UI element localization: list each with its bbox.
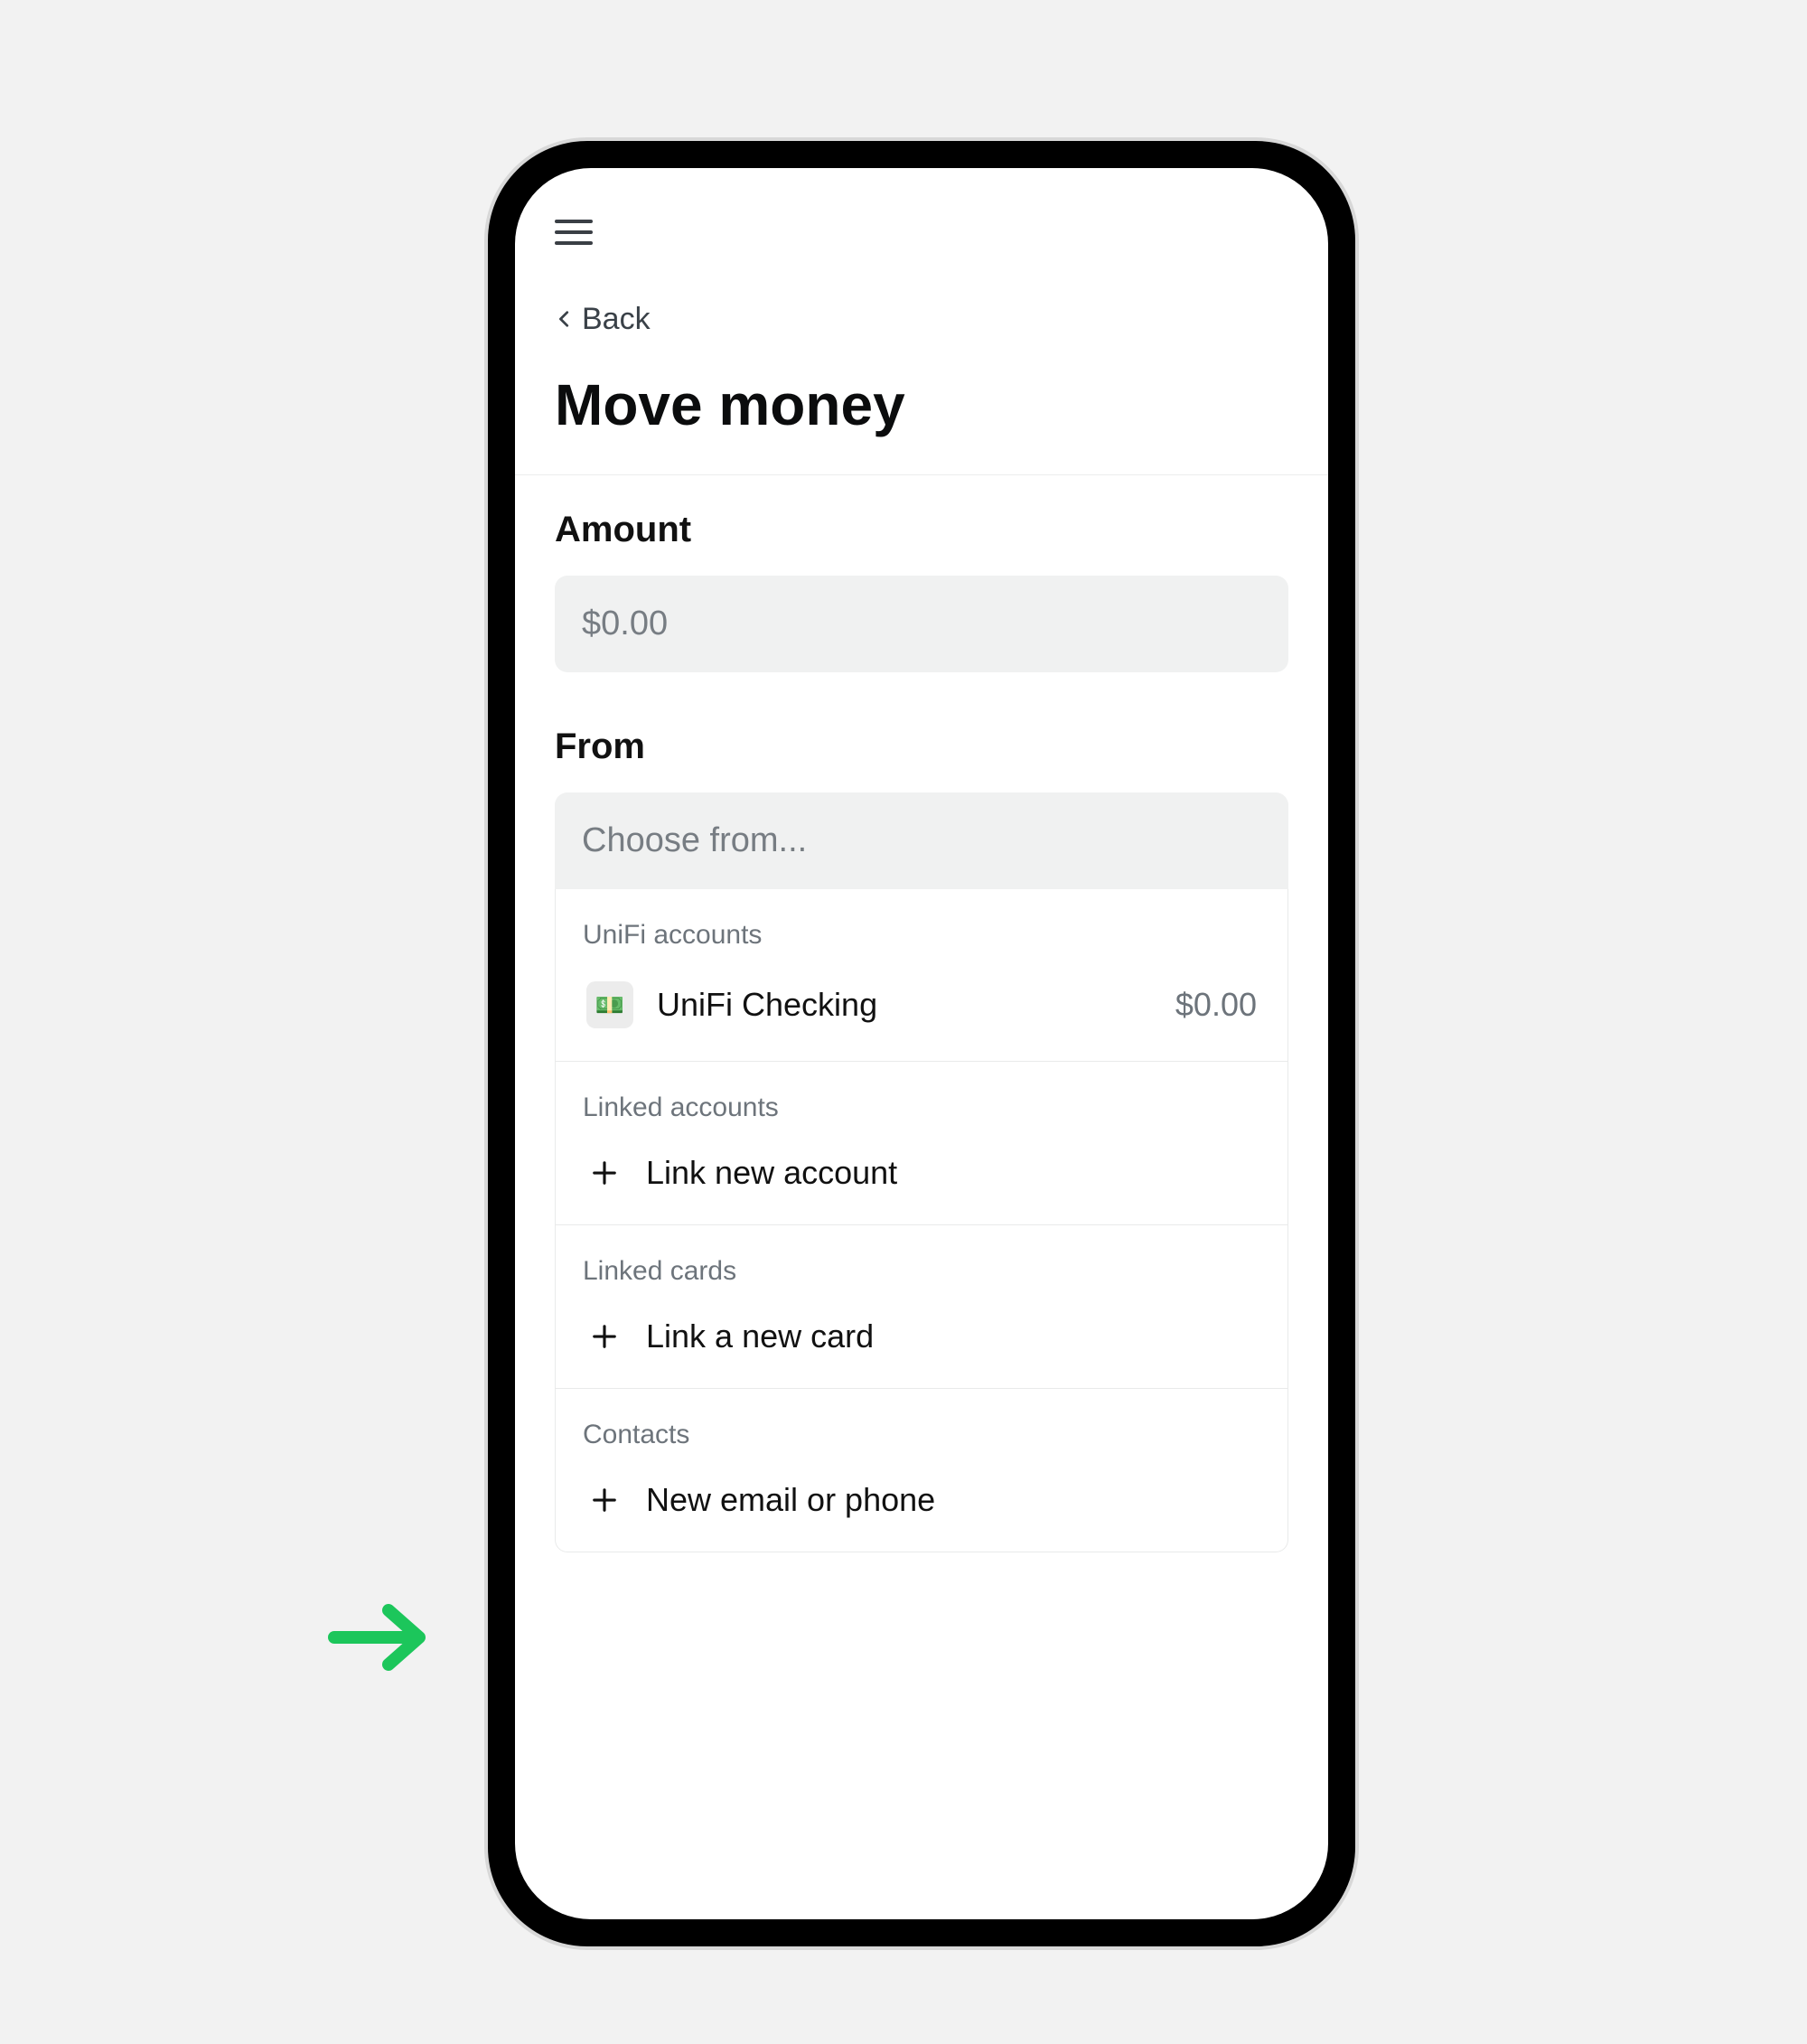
phone-screen: Back Move money Amount From UniFi accoun… [515,168,1328,1919]
item-new-email-phone[interactable]: New email or phone [583,1476,1260,1524]
group-title: Linked cards [583,1256,1260,1287]
item-amount: $0.00 [1175,986,1257,1024]
group-linked-cards: Linked cards Link a new card [556,1224,1287,1388]
back-button[interactable]: Back [555,302,651,337]
item-label: Link new account [646,1154,897,1192]
item-label: UniFi Checking [657,986,877,1024]
amount-label: Amount [555,510,1288,550]
group-title: Linked accounts [583,1092,1260,1123]
item-unifi-checking[interactable]: 💵 UniFi Checking $0.00 [583,976,1260,1034]
money-icon: 💵 [586,981,633,1028]
from-input[interactable] [555,792,1288,889]
phone-frame: Back Move money Amount From UniFi accoun… [488,141,1355,1946]
item-label: Link a new card [646,1317,874,1355]
from-section: From UniFi accounts 💵 UniFi Checking $0.… [515,683,1328,1563]
item-link-new-card[interactable]: Link a new card [583,1312,1260,1361]
group-title: UniFi accounts [583,920,1260,951]
menu-icon[interactable] [555,213,593,251]
item-label: New email or phone [646,1481,935,1519]
page-title: Move money [515,348,1328,475]
back-label: Back [582,302,651,337]
chevron-left-icon [555,302,575,337]
plus-icon [586,1482,623,1518]
topbar [515,168,1328,266]
group-linked-accounts: Linked accounts Link new account [556,1061,1287,1224]
annotation-arrow-icon [325,1592,434,1683]
group-contacts: Contacts New email or phone [556,1388,1287,1552]
amount-input[interactable] [555,576,1288,672]
amount-section: Amount [515,475,1328,683]
plus-icon [586,1318,623,1355]
plus-icon [586,1155,623,1191]
subheader: Back [515,266,1328,348]
from-label: From [555,727,1288,767]
group-unifi-accounts: UniFi accounts 💵 UniFi Checking $0.00 [556,889,1287,1061]
group-title: Contacts [583,1420,1260,1450]
item-link-new-account[interactable]: Link new account [583,1149,1260,1197]
from-dropdown: UniFi accounts 💵 UniFi Checking $0.00 Li… [555,889,1288,1552]
